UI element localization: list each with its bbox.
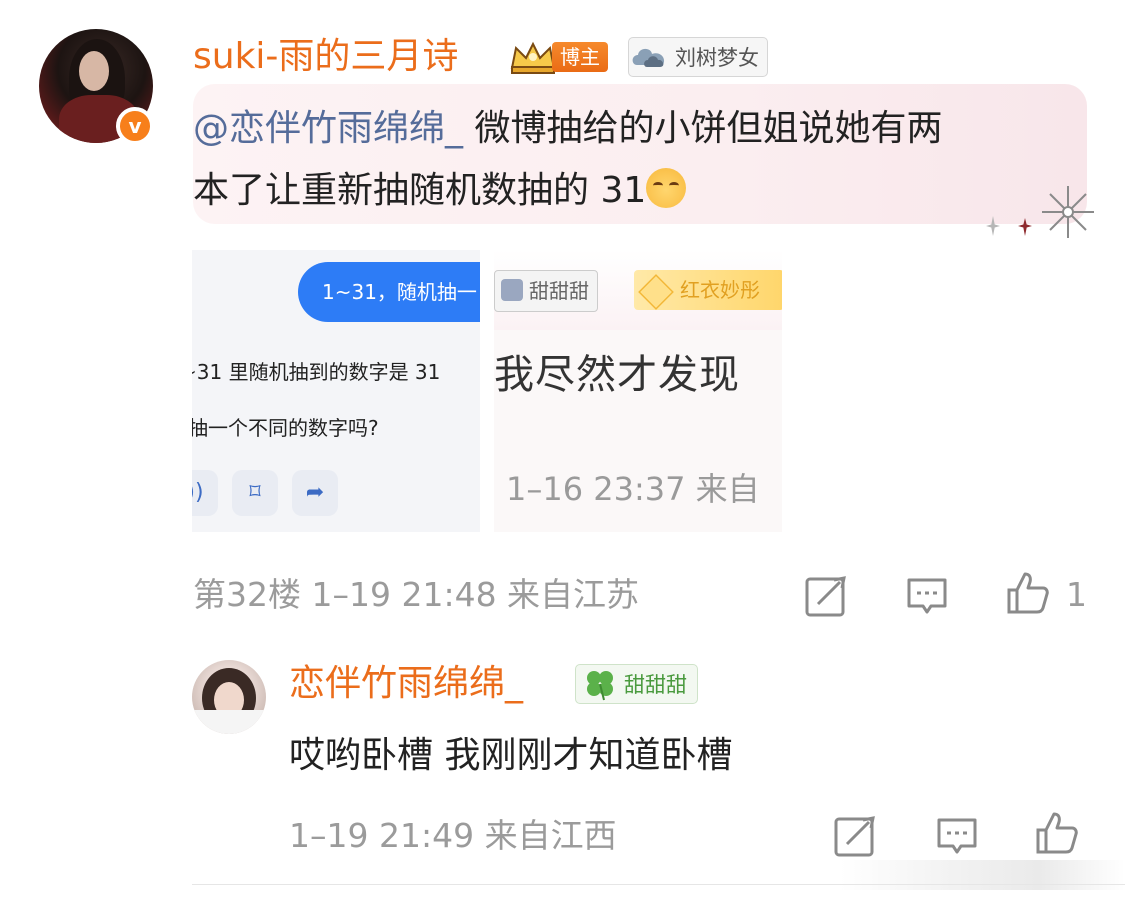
comment-image-2[interactable]: 甜甜甜 红衣妙彤 我尽然才发现 1–16 23:37 来自 bbox=[494, 250, 782, 532]
fan-group-tag[interactable]: 刘树梦女 bbox=[628, 37, 768, 77]
avatar-face bbox=[79, 51, 109, 91]
chat-reply-line1: ~31 里随机抽到的数字是 31 bbox=[192, 360, 441, 384]
image-tag-gold: 红衣妙彤 bbox=[634, 270, 782, 310]
verified-badge: v bbox=[116, 107, 154, 145]
reply-username[interactable]: 恋伴竹雨绵绵_ bbox=[289, 660, 523, 708]
comment-icon[interactable] bbox=[905, 574, 949, 618]
comment-meta: 第32楼 1–19 21:48 来自江苏 bbox=[193, 575, 640, 614]
bookmark-icon: ⌑ bbox=[232, 470, 278, 516]
blush-emoji-icon bbox=[646, 168, 687, 208]
reply-meta: 1–19 21:49 来自江西 bbox=[289, 816, 617, 855]
like-count: 1 bbox=[1066, 575, 1087, 614]
sparkle-decoration-icon bbox=[986, 186, 1094, 238]
repost-icon[interactable] bbox=[804, 574, 848, 618]
like-icon[interactable] bbox=[1005, 570, 1049, 614]
reply-comment-icon[interactable] bbox=[935, 814, 979, 858]
image-main-text: 我尽然才发现 bbox=[494, 352, 740, 398]
chat-bubble: 1~31，随机抽一 bbox=[298, 262, 480, 322]
mention-link[interactable]: @恋伴竹雨绵绵_ bbox=[193, 108, 463, 149]
cloud-icon bbox=[632, 48, 665, 67]
fan-group-label: 刘树梦女 bbox=[675, 46, 759, 70]
share-icon: ➦ bbox=[292, 470, 338, 516]
reply-avatar[interactable] bbox=[192, 660, 266, 734]
comment-image-1[interactable]: 1~31，随机抽一 ~31 里随机抽到的数字是 31 抽一个不同的数字吗? ))… bbox=[192, 250, 480, 532]
comment-text-line2: 本了让重新抽随机数抽的 31 bbox=[193, 170, 647, 211]
image-tag-grey: 甜甜甜 bbox=[494, 270, 598, 312]
blogger-tag-label: 博主 bbox=[552, 42, 608, 72]
reply-repost-icon[interactable] bbox=[833, 814, 877, 858]
reply-avatar-shirt bbox=[192, 710, 266, 734]
comment-text: @恋伴竹雨绵绵_ 微博抽给的小饼但姐说她有两 本了让重新抽随机数抽的 31 bbox=[193, 98, 1073, 222]
divider bbox=[192, 884, 1125, 885]
blogger-badge: 博主 bbox=[508, 38, 608, 76]
comment-text-line1: 微博抽给的小饼但姐说她有两 bbox=[463, 108, 943, 149]
crown-icon bbox=[510, 41, 556, 74]
chat-reply-line2: 抽一个不同的数字吗? bbox=[192, 416, 379, 440]
watermark-blur bbox=[840, 860, 1125, 890]
reply-fan-tag-label: 甜甜甜 bbox=[624, 673, 687, 697]
speaker-icon: )) bbox=[192, 470, 218, 516]
comment-username[interactable]: suki-雨的三月诗 bbox=[193, 33, 458, 81]
reply-like-icon[interactable] bbox=[1034, 810, 1078, 854]
image-time-text: 1–16 23:37 来自 bbox=[506, 470, 760, 508]
clover-icon bbox=[587, 671, 613, 701]
reply-text: 哎哟卧槽 我刚刚才知道卧槽 bbox=[289, 735, 733, 776]
reply-fan-tag[interactable]: 甜甜甜 bbox=[575, 664, 698, 704]
